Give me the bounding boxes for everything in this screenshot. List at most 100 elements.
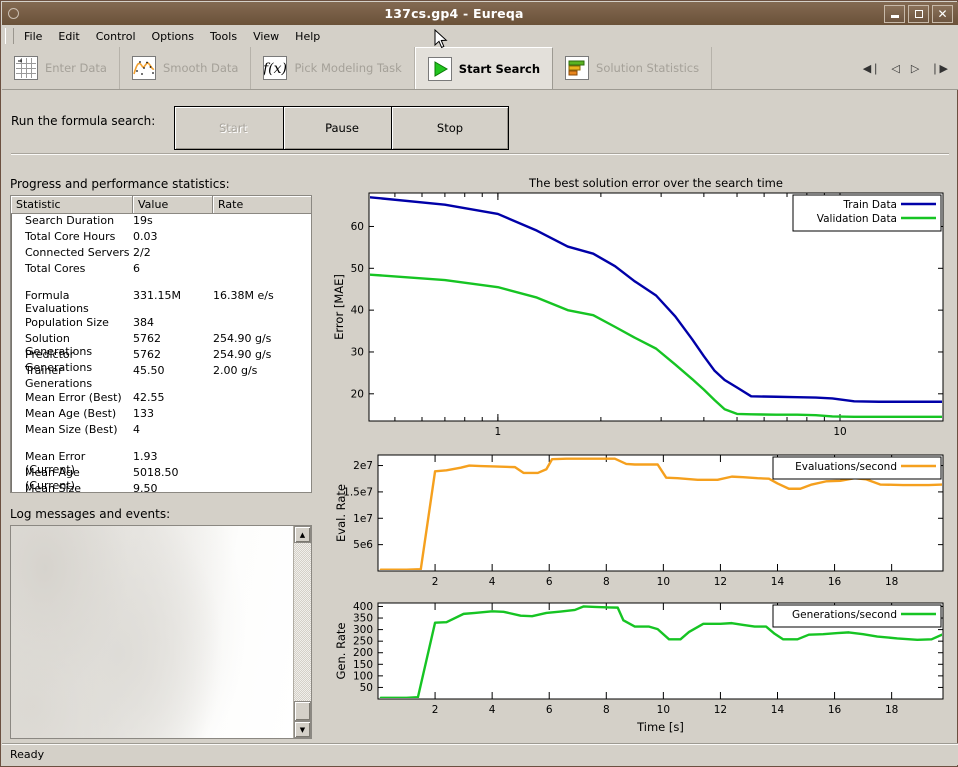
svg-text:f(x): f(x) bbox=[264, 61, 286, 77]
close-button[interactable]: ✕ bbox=[932, 4, 953, 23]
cell-statistic: Connected Servers bbox=[25, 246, 130, 259]
cell-value: 6 bbox=[133, 262, 140, 275]
stats-panel-title: Progress and performance statistics: bbox=[10, 177, 230, 191]
table-row[interactable]: Mean Age (Best) 133 bbox=[11, 407, 311, 423]
cell-statistic: Search Duration bbox=[25, 214, 115, 227]
toolbar-button-start-search[interactable]: Start Search bbox=[414, 47, 554, 89]
grid-table-icon bbox=[14, 56, 38, 80]
table-row[interactable]: Mean Error (Current) 1.93 bbox=[11, 450, 311, 476]
toolbar-button-solution-statistics[interactable]: Solution Statistics bbox=[553, 47, 713, 89]
svg-text:30: 30 bbox=[351, 346, 364, 358]
toolbar-button-enter-data[interactable]: Enter Data bbox=[2, 47, 120, 89]
window-menu-icon[interactable] bbox=[2, 2, 24, 25]
cell-rate: 254.90 g/s bbox=[213, 332, 272, 345]
svg-text:8: 8 bbox=[603, 576, 610, 588]
best-solution-error-chart[interactable]: The best solution error over the search … bbox=[331, 175, 951, 447]
window-controls: ✕ bbox=[884, 4, 958, 23]
cell-statistic: Total Core Hours bbox=[25, 230, 116, 243]
run-controls-row: Run the formula search: Start Pause Stop bbox=[2, 90, 958, 156]
scrollbar-track[interactable] bbox=[294, 543, 311, 701]
cell-value: 0.03 bbox=[133, 230, 158, 243]
table-row[interactable]: Population Size 384 bbox=[11, 316, 311, 332]
cell-value: 4 bbox=[133, 423, 140, 436]
evaluations-per-second-chart[interactable]: 5e6 1e7 1.5e7 2e7 2 4 6 8 10 12 14 16 18 Eval. Rate Ev… bbox=[331, 447, 951, 595]
svg-text:350: 350 bbox=[353, 613, 373, 625]
svg-text:2: 2 bbox=[432, 576, 439, 588]
cell-rate: 2.00 g/s bbox=[213, 364, 258, 377]
svg-text:16: 16 bbox=[828, 576, 842, 588]
svg-text:40: 40 bbox=[351, 305, 364, 317]
menu-file[interactable]: File bbox=[16, 28, 50, 45]
svg-text:150: 150 bbox=[353, 659, 373, 671]
svg-text:The best solution error over t: The best solution error over the search … bbox=[528, 176, 783, 190]
table-row[interactable]: Trainer Generations 45.50 2.00 g/s bbox=[11, 364, 311, 390]
table-row[interactable]: Search Duration 19s bbox=[11, 214, 311, 230]
cell-statistic: Formula Evaluations bbox=[25, 289, 89, 315]
log-scrollbar[interactable]: ▲ ▼ bbox=[293, 526, 311, 738]
window-title: 137cs.gp4 - Eureqa bbox=[384, 6, 524, 21]
status-bar: Ready bbox=[2, 743, 958, 765]
svg-text:Gen. Rate: Gen. Rate bbox=[334, 623, 348, 680]
toolbar-button-pick-modeling-task[interactable]: f(x) Pick Modeling Task bbox=[251, 47, 415, 89]
status-text: Ready bbox=[10, 748, 45, 761]
stats-table[interactable]: Statistic Value Rate Search Duration 19s T… bbox=[10, 195, 312, 493]
table-row[interactable]: Connected Servers 2/2 bbox=[11, 246, 311, 262]
nav-next-icon[interactable]: ▷ bbox=[911, 63, 919, 74]
svg-text:300: 300 bbox=[353, 624, 373, 636]
stats-table-header: Statistic Value Rate bbox=[11, 196, 311, 214]
menu-tools[interactable]: Tools bbox=[202, 28, 245, 45]
nav-last-icon[interactable]: ❘▶ bbox=[930, 63, 948, 74]
toolbar-label-enter-data: Enter Data bbox=[45, 61, 107, 75]
svg-text:400: 400 bbox=[353, 601, 373, 613]
scroll-up-icon[interactable]: ▲ bbox=[294, 526, 311, 543]
svg-text:1: 1 bbox=[495, 426, 502, 438]
toolbar-label-smooth-data: Smooth Data bbox=[162, 61, 239, 75]
menu-options[interactable]: Options bbox=[144, 28, 202, 45]
cell-value: 1.93 bbox=[133, 450, 158, 463]
svg-text:1e7: 1e7 bbox=[353, 513, 373, 525]
table-row[interactable]: Mean Age (Current) 5018.50 bbox=[11, 466, 311, 492]
log-panel[interactable]: ▲ ▼ bbox=[10, 525, 312, 739]
table-row[interactable]: Mean Error (Best) 42.55 bbox=[11, 391, 311, 407]
menu-bar: File Edit Control Options Tools View Hel… bbox=[2, 25, 958, 48]
cell-statistic: Mean Size (Best) bbox=[25, 423, 118, 436]
run-controls-label: Run the formula search: bbox=[11, 114, 156, 128]
svg-text:200: 200 bbox=[353, 647, 373, 659]
cell-rate: 16.38M e/s bbox=[213, 289, 274, 302]
minimize-button[interactable] bbox=[884, 4, 905, 23]
column-header-statistic[interactable]: Statistic bbox=[11, 196, 133, 213]
table-row[interactable]: Mean Size (Best) 4 bbox=[11, 423, 311, 439]
svg-text:250: 250 bbox=[353, 636, 373, 648]
nav-first-icon[interactable]: ◀❘ bbox=[863, 63, 881, 74]
stop-button[interactable]: Stop bbox=[391, 106, 509, 150]
table-row[interactable]: Total Cores 6 bbox=[11, 262, 311, 278]
column-header-value[interactable]: Value bbox=[133, 196, 213, 213]
table-row[interactable]: Predictor Generations 5762 254.90 g/s bbox=[11, 348, 311, 374]
maximize-button[interactable] bbox=[908, 4, 929, 23]
table-row[interactable]: Total Core Hours 0.03 bbox=[11, 230, 311, 246]
svg-text:8: 8 bbox=[603, 704, 610, 716]
toolbar-button-smooth-data[interactable]: Smooth Data bbox=[120, 47, 252, 89]
toolbar-label-solution-statistics: Solution Statistics bbox=[596, 61, 700, 75]
scroll-down-icon[interactable]: ▼ bbox=[294, 721, 311, 738]
table-row-spacer bbox=[11, 278, 311, 289]
pause-button[interactable]: Pause bbox=[283, 106, 401, 150]
table-row[interactable]: Solution Generations 5762 254.90 g/s bbox=[11, 332, 311, 358]
scrollbar-thumb[interactable] bbox=[294, 701, 311, 721]
svg-text:10: 10 bbox=[833, 426, 846, 438]
log-content bbox=[11, 526, 293, 738]
menu-grip-icon[interactable] bbox=[5, 28, 14, 44]
menu-edit[interactable]: Edit bbox=[50, 28, 87, 45]
svg-text:60: 60 bbox=[351, 221, 364, 233]
table-row[interactable]: Formula Evaluations 331.15M 16.38M e/s bbox=[11, 289, 311, 315]
start-button[interactable]: Start bbox=[174, 106, 292, 150]
menu-view[interactable]: View bbox=[245, 28, 287, 45]
generations-per-second-chart[interactable]: 50 100 150 200 250 300 350 400 2 4 6 8 10 12 14 16 18 Gen… bbox=[331, 595, 951, 745]
svg-text:16: 16 bbox=[828, 704, 842, 716]
cell-value: 5762 bbox=[133, 348, 161, 361]
column-header-rate[interactable]: Rate bbox=[213, 196, 311, 213]
menu-help[interactable]: Help bbox=[287, 28, 328, 45]
table-row[interactable]: Mean Size (Current) 9.50 bbox=[11, 482, 311, 492]
nav-previous-icon[interactable]: ◁ bbox=[891, 63, 899, 74]
menu-control[interactable]: Control bbox=[88, 28, 144, 45]
